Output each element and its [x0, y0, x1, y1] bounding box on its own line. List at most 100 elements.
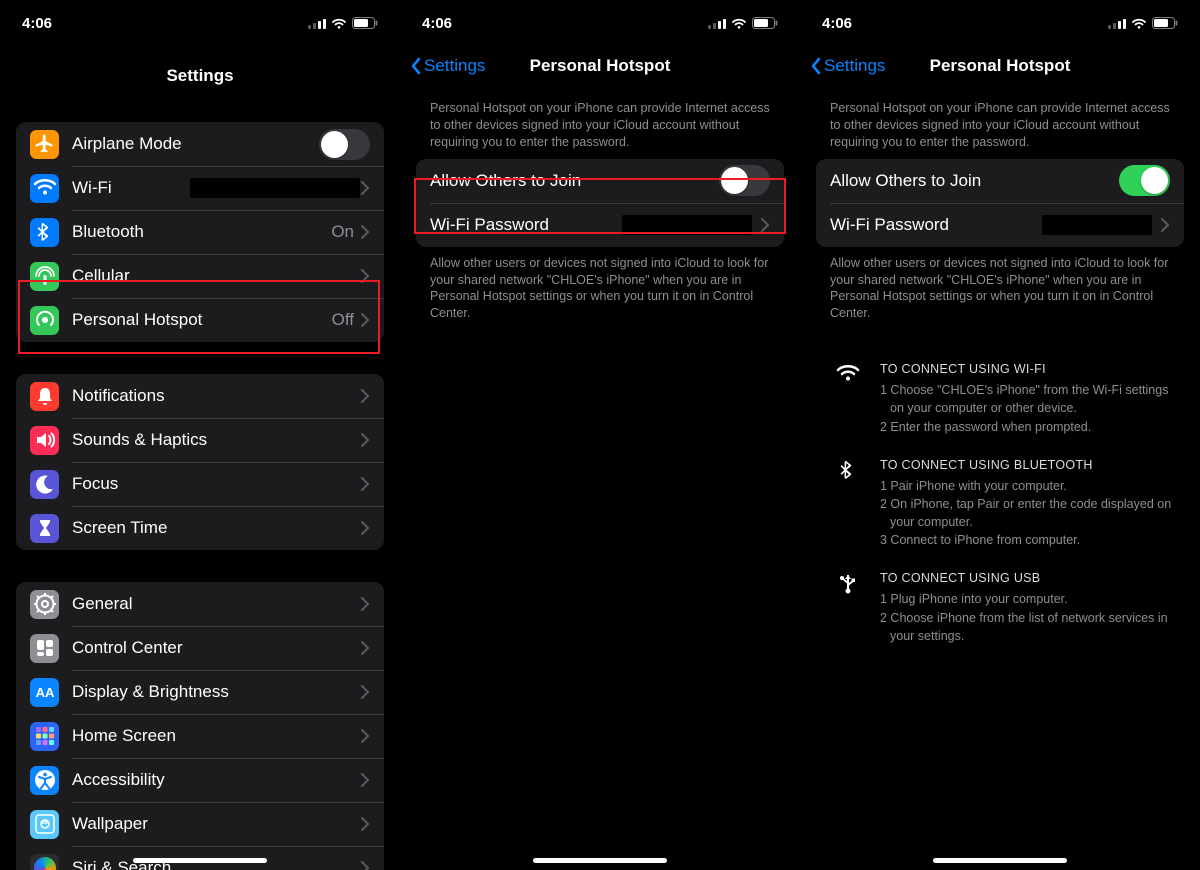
status-time: 4:06 — [422, 15, 452, 32]
help-title: TO CONNECT USING WI-FI — [880, 360, 1180, 378]
wifi-icon — [30, 174, 59, 203]
chevron-right-icon — [360, 389, 370, 403]
row-label: Screen Time — [72, 518, 360, 538]
settings-group-3: General Control Center Display & Brightnes… — [16, 582, 384, 870]
personal-hotspot-row[interactable]: Personal HotspotOff — [16, 298, 384, 342]
hotspot-description: Personal Hotspot on your iPhone can prov… — [400, 92, 800, 159]
bell-icon — [30, 382, 59, 411]
wallpaper-icon — [30, 810, 59, 839]
battery-icon — [752, 17, 778, 29]
chevron-right-icon — [1160, 218, 1170, 232]
bluetooth-row[interactable]: BluetoothOn — [16, 210, 384, 254]
wi-fi-row[interactable]: Wi-Fi — [16, 166, 384, 210]
status-icons — [308, 17, 378, 29]
row-label: General — [72, 594, 360, 614]
usb-icon — [834, 569, 862, 645]
help-step: 1 Choose "CHLOE's iPhone" from the Wi-Fi… — [880, 381, 1180, 417]
cellular-row[interactable]: Cellular — [16, 254, 384, 298]
wifi-status-icon — [732, 18, 746, 29]
signal-icon — [708, 17, 726, 29]
row-label: Wallpaper — [72, 814, 360, 834]
status-bar: 4:06 — [800, 0, 1200, 40]
row-value: On — [331, 222, 354, 242]
control-center-row[interactable]: Control Center — [16, 626, 384, 670]
display-brightness-row[interactable]: Display & Brightness — [16, 670, 384, 714]
chevron-right-icon — [360, 477, 370, 491]
signal-icon — [308, 17, 326, 29]
hotspot-options-group: Allow Others to Join Wi-Fi Password — [816, 159, 1184, 247]
signal-icon — [1108, 17, 1126, 29]
settings-screen: 4:06 Settings Airplane Mode Wi-Fi Bluetoot… — [0, 0, 400, 870]
chevron-right-icon — [360, 269, 370, 283]
wallpaper-row[interactable]: Wallpaper — [16, 802, 384, 846]
status-time: 4:06 — [822, 15, 852, 32]
page-title: Settings — [0, 50, 400, 102]
back-chevron-icon — [410, 57, 422, 75]
wifi-password-label: Wi-Fi Password — [430, 215, 622, 235]
wifi-password-label: Wi-Fi Password — [830, 215, 1042, 235]
chevron-right-icon — [360, 597, 370, 611]
accessibility-row[interactable]: Accessibility — [16, 758, 384, 802]
notifications-row[interactable]: Notifications — [16, 374, 384, 418]
controlcenter-icon — [30, 634, 59, 663]
gear-icon — [30, 590, 59, 619]
allow-others-row[interactable]: Allow Others to Join — [416, 159, 784, 203]
accessibility-icon — [30, 766, 59, 795]
general-row[interactable]: General — [16, 582, 384, 626]
home-indicator[interactable] — [133, 858, 267, 863]
airplane-mode-row[interactable]: Airplane Mode — [16, 122, 384, 166]
hotspot-off-screen: 4:06 Settings Personal Hotspot Personal … — [400, 0, 800, 870]
row-label: Sounds & Haptics — [72, 430, 360, 450]
aa-icon — [30, 678, 59, 707]
allow-others-label: Allow Others to Join — [830, 171, 1119, 191]
status-icons — [1108, 17, 1178, 29]
back-button[interactable]: Settings — [410, 56, 485, 76]
screen-time-row[interactable]: Screen Time — [16, 506, 384, 550]
home-indicator[interactable] — [533, 858, 667, 863]
airplane-mode-toggle[interactable] — [319, 129, 370, 160]
help-step: 1 Plug iPhone into your computer. — [880, 590, 1180, 608]
help-title: TO CONNECT USING BLUETOOTH — [880, 456, 1180, 474]
help-step: 2 On iPhone, tap Pair or enter the code … — [880, 495, 1180, 531]
speaker-icon — [30, 426, 59, 455]
wifi-icon — [834, 360, 862, 436]
chevron-right-icon — [360, 225, 370, 239]
wifi-password-row[interactable]: Wi-Fi Password — [416, 203, 784, 247]
status-bar: 4:06 — [0, 0, 400, 40]
row-label: Control Center — [72, 638, 360, 658]
row-label: Notifications — [72, 386, 360, 406]
page-title: Personal Hotspot — [930, 56, 1071, 76]
airplane-icon — [30, 130, 59, 159]
wifi-password-value-redacted — [622, 215, 752, 235]
allow-others-footer: Allow other users or devices not signed … — [800, 247, 1200, 331]
battery-icon — [352, 17, 378, 29]
page-title: Personal Hotspot — [530, 56, 671, 76]
chevron-right-icon — [360, 729, 370, 743]
help-step: 2 Enter the password when prompted. — [880, 418, 1180, 436]
allow-others-label: Allow Others to Join — [430, 171, 719, 191]
home-indicator[interactable] — [933, 858, 1067, 863]
chevron-right-icon — [360, 181, 370, 195]
sounds-haptics-row[interactable]: Sounds & Haptics — [16, 418, 384, 462]
settings-group-1: Airplane Mode Wi-Fi BluetoothOn Cellular Per… — [16, 122, 384, 342]
wifi-password-row[interactable]: Wi-Fi Password — [816, 203, 1184, 247]
chevron-right-icon — [360, 773, 370, 787]
grid-icon — [30, 722, 59, 751]
allow-others-toggle[interactable] — [1119, 165, 1170, 196]
help-step: 1 Pair iPhone with your computer. — [880, 477, 1180, 495]
wifi-password-value-redacted — [1042, 215, 1152, 235]
allow-others-row[interactable]: Allow Others to Join — [816, 159, 1184, 203]
focus-row[interactable]: Focus — [16, 462, 384, 506]
battery-icon — [1152, 17, 1178, 29]
cellular-icon — [30, 262, 59, 291]
wifi-status-icon — [1132, 18, 1146, 29]
row-label: Cellular — [72, 266, 360, 286]
bluetooth-icon — [834, 456, 862, 550]
help-wifi: TO CONNECT USING WI-FI 1 Choose "CHLOE's … — [800, 350, 1200, 446]
nav-header: Settings Personal Hotspot — [800, 40, 1200, 92]
allow-others-toggle[interactable] — [719, 165, 770, 196]
home-screen-row[interactable]: Home Screen — [16, 714, 384, 758]
row-label: Wi-Fi — [72, 178, 190, 198]
hotspot-icon — [30, 306, 59, 335]
back-button[interactable]: Settings — [810, 56, 885, 76]
